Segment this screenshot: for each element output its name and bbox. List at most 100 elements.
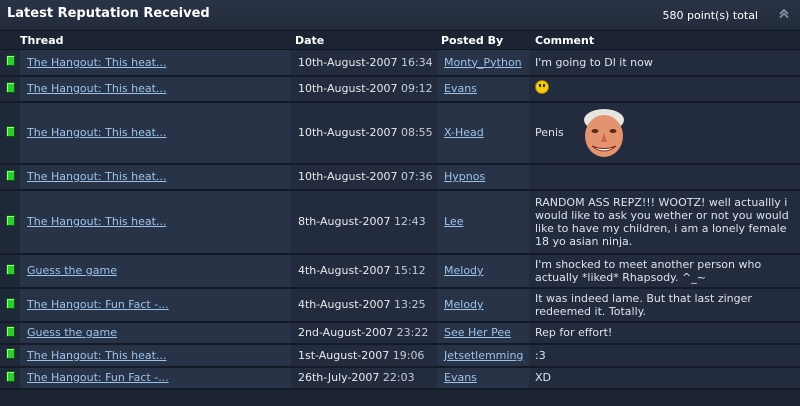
thread-link[interactable]: The Hangout: This heat... xyxy=(27,82,166,95)
green-rep-icon xyxy=(5,297,15,309)
time-text: 15:12 xyxy=(393,264,426,277)
user-link[interactable]: Melody xyxy=(444,298,484,311)
rep-marker-cell xyxy=(0,75,20,103)
date-cell: 4th-August-2007 15:12 xyxy=(291,253,437,289)
date-text: 4th-August-2007 xyxy=(298,264,391,277)
table-row: The Hangout: This heat... 10th-August-20… xyxy=(0,75,800,103)
thread-cell: The Hangout: This heat... xyxy=(20,343,291,368)
date-text: 2nd-August-2007 xyxy=(298,326,394,339)
thread-cell: Guess the game xyxy=(20,253,291,289)
green-rep-icon xyxy=(5,348,15,359)
marker-column-header xyxy=(0,31,20,50)
thread-cell: The Hangout: This heat... xyxy=(20,163,291,191)
thread-link[interactable]: The Hangout: This heat... xyxy=(27,56,166,69)
reputation-panel: Latest Reputation Received 580 point(s) … xyxy=(0,0,800,406)
table-row: Guess the game 4th-August-2007 15:12 Mel… xyxy=(0,253,800,289)
comment-cell: I'm going to Dl it now xyxy=(529,49,800,77)
posted-by-cell: X-Head xyxy=(437,101,529,165)
comment-cell: Penis xyxy=(529,101,800,165)
time-text: 23:22 xyxy=(396,326,429,339)
comment-column-header: Comment xyxy=(529,31,800,50)
table-row: The Hangout: This heat... 10th-August-20… xyxy=(0,101,800,165)
time-text: 09:12 xyxy=(400,82,433,95)
thread-link[interactable]: Guess the game xyxy=(27,264,117,277)
date-text: 1st-August-2007 xyxy=(298,348,390,362)
date-cell: 1st-August-2007 19:06 xyxy=(291,343,437,368)
user-link[interactable]: See Her Pee xyxy=(444,326,511,339)
user-link[interactable]: X-Head xyxy=(444,126,484,139)
green-rep-icon xyxy=(5,169,15,181)
time-text: 19:06 xyxy=(392,348,425,362)
green-rep-icon xyxy=(5,55,15,67)
green-rep-icon xyxy=(5,214,15,226)
comment-text: Penis xyxy=(535,125,564,139)
date-text: 10th-August-2007 xyxy=(298,170,398,183)
table-row: The Hangout: This heat... 1st-August-200… xyxy=(0,343,800,368)
user-link[interactable]: Evans xyxy=(444,371,477,384)
collapse-arrow-icon[interactable] xyxy=(778,7,790,19)
date-text: 10th-August-2007 xyxy=(298,126,398,139)
date-column-header: Date xyxy=(291,31,437,50)
time-text: 16:34 xyxy=(400,55,433,69)
posted-by-cell: See Her Pee xyxy=(437,321,529,345)
date-text: 4th-August-2007 xyxy=(298,298,391,311)
face-image xyxy=(577,105,632,160)
table-row: The Hangout: Fun Fact -... 26th-July-200… xyxy=(0,366,800,390)
rep-marker-cell xyxy=(0,49,20,77)
green-rep-icon xyxy=(5,81,15,93)
comment-cell: XD xyxy=(529,366,800,390)
thread-link[interactable]: The Hangout: This heat... xyxy=(27,126,166,139)
rep-marker-cell xyxy=(0,163,20,191)
thread-cell: The Hangout: This heat... xyxy=(20,75,291,103)
time-text: 13:25 xyxy=(393,298,426,311)
table-row: The Hangout: This heat... 10th-August-20… xyxy=(0,163,800,191)
time-text: 22:03 xyxy=(382,371,415,384)
thread-cell: The Hangout: This heat... xyxy=(20,101,291,165)
green-rep-icon xyxy=(5,263,15,275)
date-text: 26th-July-2007 xyxy=(298,371,380,384)
comment-cell: It was indeed lame. But that last zinger… xyxy=(529,287,800,323)
rep-marker-cell xyxy=(0,101,20,165)
table-row: Guess the game 2nd-August-2007 23:22 See… xyxy=(0,321,800,345)
rep-marker-cell xyxy=(0,366,20,390)
reputation-total: 580 point(s) total xyxy=(662,9,758,22)
thread-cell: The Hangout: Fun Fact -... xyxy=(20,366,291,390)
table-row: The Hangout: Fun Fact -... 4th-August-20… xyxy=(0,287,800,323)
table-row: The Hangout: This heat... 8th-August-200… xyxy=(0,189,800,255)
thread-link[interactable]: The Hangout: This heat... xyxy=(27,215,166,228)
thread-cell: The Hangout: Fun Fact -... xyxy=(20,287,291,323)
comment-cell: RANDOM ASS REPZ!!! WOOTZ! well actuallly… xyxy=(529,189,800,255)
user-link[interactable]: Evans xyxy=(444,82,477,95)
thread-cell: Guess the game xyxy=(20,321,291,345)
posted-by-cell: Lee xyxy=(437,189,529,255)
comment-cell: I'm shocked to meet another person who a… xyxy=(529,253,800,289)
panel-header: Latest Reputation Received 580 point(s) … xyxy=(0,0,800,31)
rep-marker-cell xyxy=(0,321,20,345)
user-link[interactable]: Monty_Python xyxy=(444,56,522,69)
thread-link[interactable]: The Hangout: Fun Fact -... xyxy=(27,298,169,311)
time-text: 12:43 xyxy=(393,215,426,228)
time-text: 07:36 xyxy=(400,170,433,183)
user-link[interactable]: Hypnos xyxy=(444,170,485,183)
posted-by-cell: Monty_Python xyxy=(437,49,529,77)
date-cell: 10th-August-2007 16:34 xyxy=(291,49,437,77)
user-link[interactable]: Lee xyxy=(444,215,463,228)
rep-marker-cell xyxy=(0,287,20,323)
panel-title: Latest Reputation Received xyxy=(7,6,210,21)
green-rep-icon xyxy=(5,125,15,137)
date-cell: 10th-August-2007 08:55 xyxy=(291,101,437,165)
green-rep-icon xyxy=(5,370,15,382)
posted-by-cell: Evans xyxy=(437,75,529,103)
date-cell: 26th-July-2007 22:03 xyxy=(291,366,437,390)
thread-link[interactable]: The Hangout: This heat... xyxy=(27,349,166,362)
user-link[interactable]: Melody xyxy=(444,264,484,277)
thread-link[interactable]: The Hangout: This heat... xyxy=(27,170,166,183)
user-link[interactable]: Jetsetlemming xyxy=(444,349,523,362)
thread-link[interactable]: The Hangout: Fun Fact -... xyxy=(27,371,169,384)
thread-link[interactable]: Guess the game xyxy=(27,326,117,339)
posted-by-cell: Evans xyxy=(437,366,529,390)
posted-by-cell: Melody xyxy=(437,287,529,323)
thread-column-header: Thread xyxy=(20,31,291,50)
posted-by-column-header: Posted By xyxy=(437,31,529,50)
reputation-table: Thread Date Posted By Comment The Hangou… xyxy=(0,31,800,390)
